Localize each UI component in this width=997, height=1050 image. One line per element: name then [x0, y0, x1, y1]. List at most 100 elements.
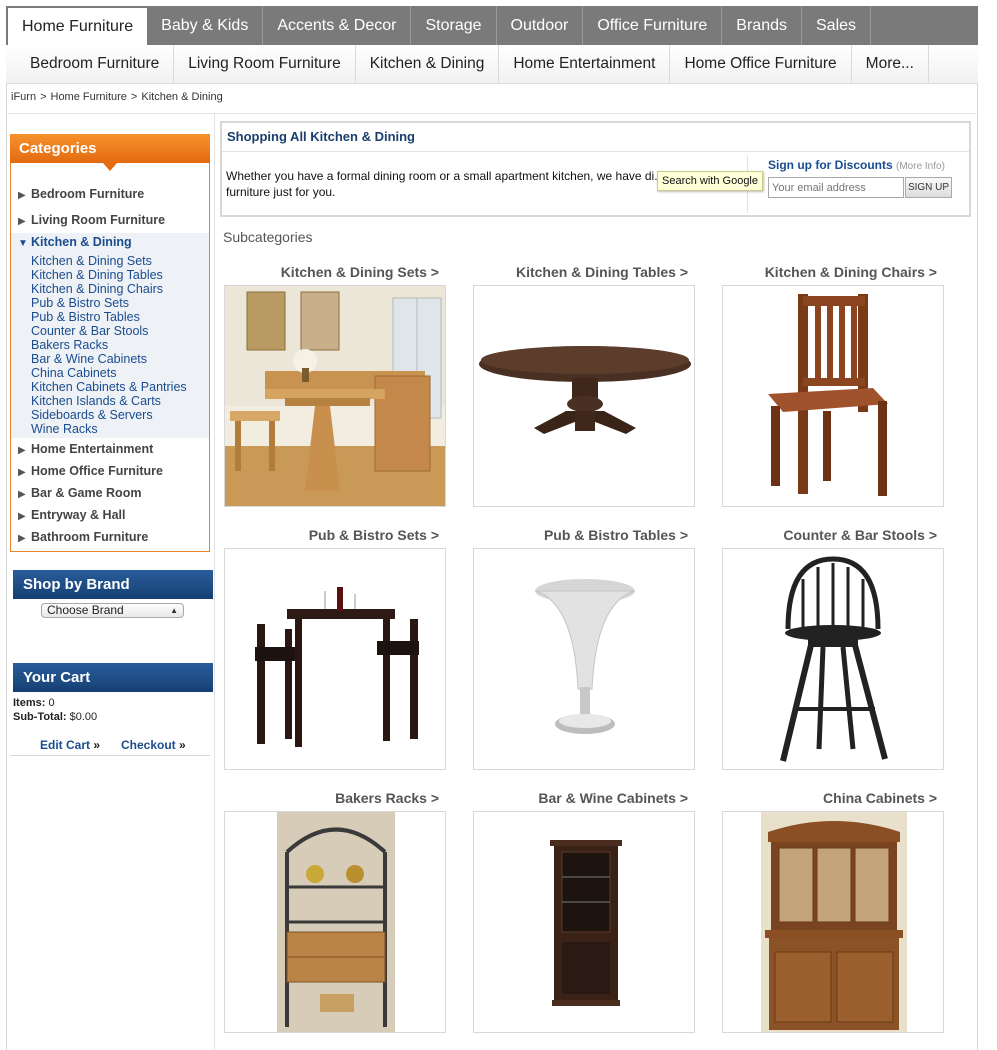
primary-nav: Home Furniture Baby & Kids Accents & Dec…	[6, 6, 978, 45]
card-title-kitchen-dining-sets[interactable]: Kitchen & Dining Sets >	[217, 264, 439, 280]
sidebar-item-kitchen-dining[interactable]: ▼ Kitchen & Dining	[18, 235, 132, 249]
card-bar-wine-cabinets[interactable]	[473, 811, 695, 1033]
sidebar-item-label: Kitchen & Dining	[31, 235, 132, 249]
card-kitchen-dining-chairs[interactable]	[722, 285, 944, 507]
card-title-china-cabinets[interactable]: China Cabinets >	[715, 790, 937, 806]
double-arrow-icon: »	[179, 738, 186, 752]
sidebar-subitem-bakers-racks[interactable]: Bakers Racks	[31, 338, 108, 352]
brand-select[interactable]: Choose Brand ▲	[41, 603, 184, 618]
nav-tab-outdoor[interactable]: Outdoor	[497, 6, 584, 45]
sidebar-item-label: Home Office Furniture	[31, 464, 163, 478]
select-arrows-icon: ▲	[170, 606, 178, 615]
pub-set-image	[225, 549, 445, 769]
sidebar-subitem-kitchen-cabinets-pantries[interactable]: Kitchen Cabinets & Pantries	[31, 380, 187, 394]
shopping-info-box: Shopping All Kitchen & Dining Whether yo…	[220, 121, 971, 217]
divider	[222, 151, 969, 152]
sidebar-item-bar-game-room[interactable]: ▶ Bar & Game Room	[18, 486, 141, 500]
breadcrumb-separator: >	[40, 91, 47, 103]
edit-cart-link[interactable]: Edit Cart »	[40, 738, 100, 752]
sidebar-item-entryway-hall[interactable]: ▶ Entryway & Hall	[18, 508, 125, 522]
card-bakers-racks[interactable]	[224, 811, 446, 1033]
sidebar-subitem-kitchen-dining-chairs[interactable]: Kitchen & Dining Chairs	[31, 282, 163, 296]
sidebar-subitem-pub-bistro-sets[interactable]: Pub & Bistro Sets	[31, 296, 129, 310]
sidebar-item-label: Bathroom Furniture	[31, 530, 149, 544]
checkout-link[interactable]: Checkout »	[121, 738, 186, 752]
edit-cart-label: Edit Cart	[40, 738, 91, 752]
email-field[interactable]	[768, 177, 904, 198]
sidebar-subitem-sideboards-servers[interactable]: Sideboards & Servers	[31, 408, 153, 422]
card-pub-bistro-sets[interactable]	[224, 548, 446, 770]
card-title-bakers-racks[interactable]: Bakers Racks >	[217, 790, 439, 806]
breadcrumb-kitchen-dining[interactable]: Kitchen & Dining	[141, 91, 222, 103]
bar-stool-image	[723, 549, 943, 769]
card-counter-bar-stools[interactable]	[722, 548, 944, 770]
triangle-right-icon: ▶	[18, 190, 26, 201]
card-kitchen-dining-sets[interactable]	[224, 285, 446, 507]
signup-discounts-link[interactable]: Sign up for Discounts (More Info)	[768, 158, 945, 172]
triangle-right-icon: ▶	[18, 467, 26, 478]
cart-subtotal-label: Sub-Total:	[13, 711, 67, 723]
nav-tab-brands[interactable]: Brands	[722, 6, 802, 45]
more-info-link[interactable]: (More Info)	[896, 161, 945, 172]
sidebar-subitem-counter-bar-stools[interactable]: Counter & Bar Stools	[31, 324, 148, 338]
triangle-right-icon: ▶	[18, 445, 26, 456]
subnav-living-room-furniture[interactable]: Living Room Furniture	[174, 45, 356, 83]
card-title-bar-wine-cabinets[interactable]: Bar & Wine Cabinets >	[466, 790, 688, 806]
sidebar-item-label: Bar & Game Room	[31, 486, 142, 500]
china-cabinet-image	[723, 812, 943, 1032]
categories-panel: Categories ▶ Bedroom Furniture ▶ Living Ro…	[10, 134, 210, 552]
sidebar-subitem-pub-bistro-tables[interactable]: Pub & Bistro Tables	[31, 310, 140, 324]
card-title-counter-bar-stools[interactable]: Counter & Bar Stools >	[715, 527, 937, 543]
nav-tab-storage[interactable]: Storage	[411, 6, 497, 45]
search-tooltip[interactable]: Search with Google	[657, 171, 763, 191]
sidebar-item-bedroom-furniture[interactable]: ▶ Bedroom Furniture	[18, 187, 144, 201]
sidebar-subitem-kitchen-dining-sets[interactable]: Kitchen & Dining Sets	[31, 254, 152, 268]
dining-table-image	[474, 286, 694, 506]
sidebar-subitem-kitchen-islands-carts[interactable]: Kitchen Islands & Carts	[31, 394, 161, 408]
cart-items-value: 0	[48, 697, 55, 709]
cart-subtotal: Sub-Total: $0.00	[13, 711, 97, 723]
sidebar-subitem-kitchen-dining-tables[interactable]: Kitchen & Dining Tables	[31, 268, 163, 282]
dining-set-image	[225, 286, 445, 506]
signup-button[interactable]: SIGN UP	[905, 177, 952, 198]
card-title-pub-bistro-tables[interactable]: Pub & Bistro Tables >	[466, 527, 688, 543]
subcategories-heading: Subcategories	[223, 229, 313, 245]
subnav-more[interactable]: More...	[852, 45, 929, 83]
sidebar-subitem-wine-racks[interactable]: Wine Racks	[31, 422, 98, 436]
card-kitchen-dining-tables[interactable]	[473, 285, 695, 507]
secondary-nav: Bedroom Furniture Living Room Furniture …	[6, 45, 978, 84]
card-title-kitchen-dining-tables[interactable]: Kitchen & Dining Tables >	[466, 264, 688, 280]
nav-tab-accents-decor[interactable]: Accents & Decor	[263, 6, 412, 45]
wine-cabinet-image	[474, 812, 694, 1032]
breadcrumb-ifurn[interactable]: iFurn	[11, 91, 36, 103]
cart-items: Items: 0	[13, 697, 55, 709]
shopping-title: Shopping All Kitchen & Dining	[227, 129, 415, 144]
signup-title: Sign up for Discounts	[768, 158, 893, 172]
sidebar-subitem-bar-wine-cabinets[interactable]: Bar & Wine Cabinets	[31, 352, 147, 366]
bakers-rack-image	[225, 812, 445, 1032]
cart-items-label: Items:	[13, 697, 46, 709]
sidebar-item-living-room-furniture[interactable]: ▶ Living Room Furniture	[18, 213, 165, 227]
card-title-pub-bistro-sets[interactable]: Pub & Bistro Sets >	[217, 527, 439, 543]
sidebar-item-bathroom-furniture[interactable]: ▶ Bathroom Furniture	[18, 530, 148, 544]
triangle-right-icon: ▶	[18, 216, 26, 227]
breadcrumb-home-furniture[interactable]: Home Furniture	[51, 91, 127, 103]
sidebar-item-label: Living Room Furniture	[31, 213, 166, 227]
subnav-home-office-furniture[interactable]: Home Office Furniture	[670, 45, 852, 83]
subnav-bedroom-furniture[interactable]: Bedroom Furniture	[6, 45, 175, 83]
divider	[10, 755, 210, 756]
categories-title: Categories	[10, 134, 210, 171]
double-arrow-icon: »	[93, 738, 101, 752]
sidebar-subitem-china-cabinets[interactable]: China Cabinets	[31, 366, 116, 380]
subnav-kitchen-dining[interactable]: Kitchen & Dining	[356, 45, 500, 83]
card-title-kitchen-dining-chairs[interactable]: Kitchen & Dining Chairs >	[715, 264, 937, 280]
nav-tab-home-furniture[interactable]: Home Furniture	[8, 8, 148, 45]
card-pub-bistro-tables[interactable]	[473, 548, 695, 770]
nav-tab-sales[interactable]: Sales	[802, 6, 872, 45]
nav-tab-office-furniture[interactable]: Office Furniture	[583, 6, 723, 45]
subnav-home-entertainment[interactable]: Home Entertainment	[499, 45, 671, 83]
card-china-cabinets[interactable]	[722, 811, 944, 1033]
sidebar-item-home-office-furniture[interactable]: ▶ Home Office Furniture	[18, 464, 163, 478]
nav-tab-baby-kids[interactable]: Baby & Kids	[147, 6, 264, 45]
sidebar-item-home-entertainment[interactable]: ▶ Home Entertainment	[18, 442, 153, 456]
